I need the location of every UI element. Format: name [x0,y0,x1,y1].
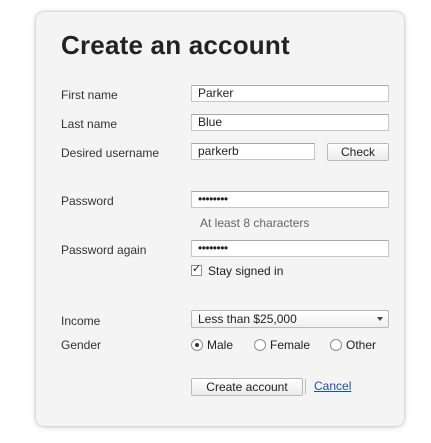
first-name-label: First name [61,88,118,102]
last-name-value: Blue [198,115,223,129]
password-again-label: Password again [61,243,147,257]
last-name-field[interactable]: Blue [191,114,389,131]
gender-option-other: Other [346,338,377,352]
action-divider [305,379,306,394]
income-label: Income [61,314,101,328]
username-value: parkerb [198,144,239,158]
username-field[interactable]: parkerb [191,143,315,160]
cancel-link[interactable]: Cancel [314,379,351,393]
gender-radio-male[interactable] [191,339,203,351]
income-select[interactable]: Less than $25,000 [191,310,389,328]
check-icon: ✓ [192,263,202,275]
password-label: Password [61,194,114,208]
gender-label: Gender [61,338,102,352]
gender-option-female: Female [270,338,311,352]
chevron-down-icon [377,317,383,321]
first-name-value: Parker [198,86,234,100]
gender-radio-other[interactable] [330,339,342,351]
password-again-field[interactable]: •••••••• [191,240,389,257]
income-selected-value: Less than $25,000 [198,312,297,326]
password-hint: At least 8 characters [200,216,310,230]
radio-dot-icon [195,343,199,347]
stay-signed-in-checkbox[interactable]: ✓ [191,263,202,276]
username-label: Desired username [61,146,160,160]
page-title: Create an account [61,30,290,60]
create-account-button[interactable]: Create account [191,378,303,396]
stay-signed-in-label: Stay signed in [208,264,284,278]
gender-radio-female[interactable] [254,339,266,351]
check-username-button[interactable]: Check [327,143,389,161]
last-name-label: Last name [61,117,118,131]
gender-option-male: Male [207,338,234,352]
password-field[interactable]: •••••••• [191,191,389,208]
first-name-field[interactable]: Parker [191,85,389,102]
password-again-value: •••••••• [198,241,228,255]
password-value: •••••••• [198,192,228,206]
